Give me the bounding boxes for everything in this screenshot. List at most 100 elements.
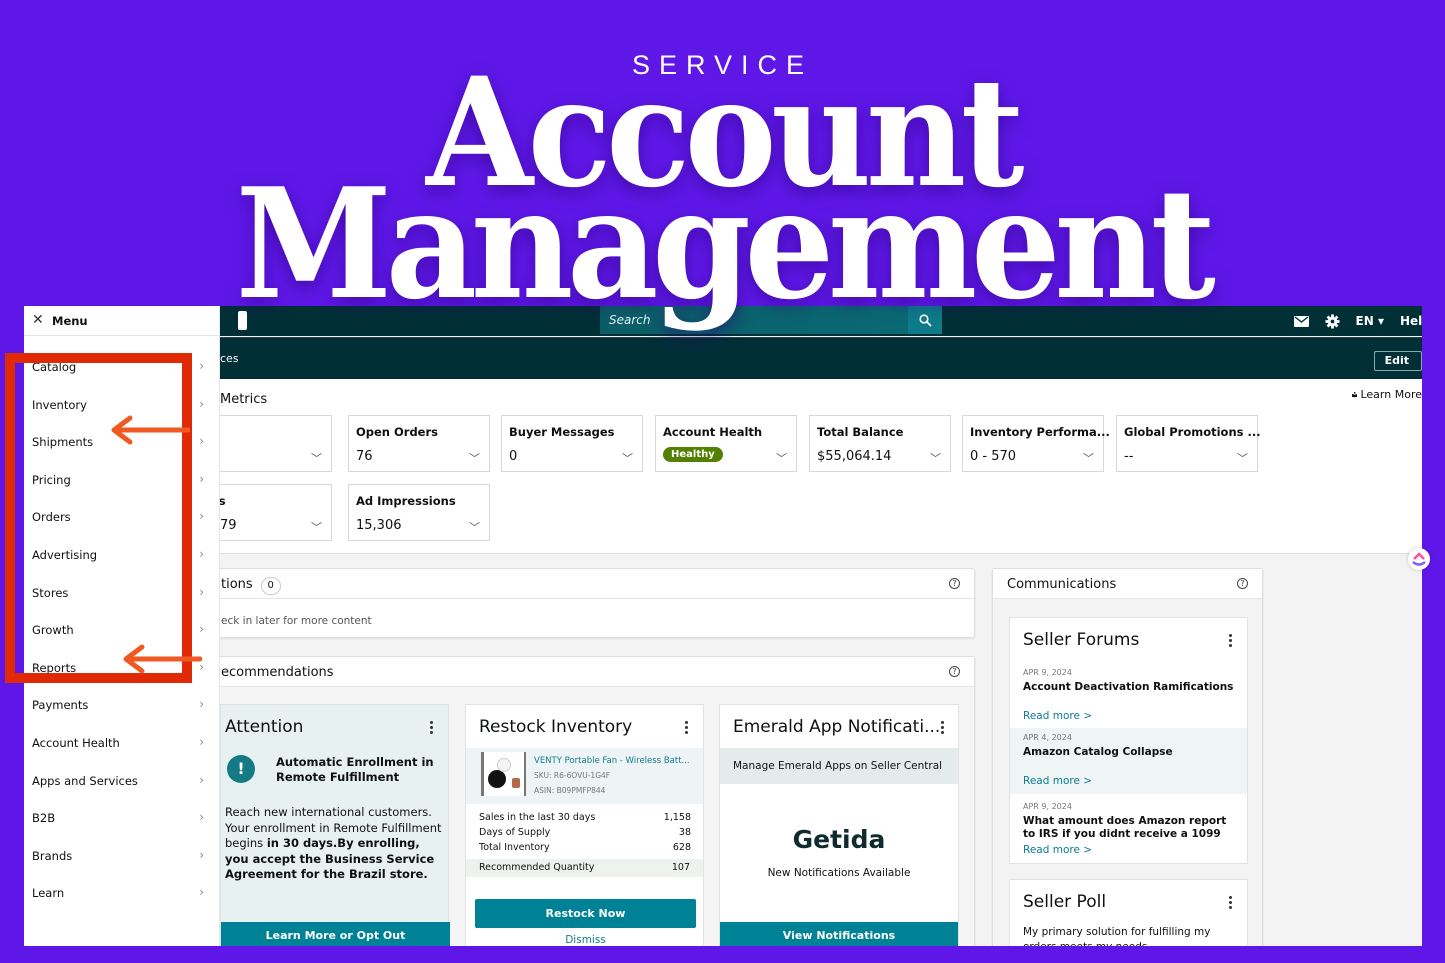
search-icon: [918, 313, 932, 327]
chevron-right-icon: ›: [199, 359, 204, 373]
sidebar-item-label: B2B: [32, 811, 56, 826]
metrics-section: Metrics Learn More res13﹀ Open Orders76﹀…: [190, 379, 1422, 554]
sidebar-item-apps-and-services[interactable]: Apps and Services ›: [24, 768, 220, 796]
learn-more-link[interactable]: Learn More: [1352, 388, 1422, 401]
stat-row: Total Inventory 628: [479, 842, 691, 853]
search-input[interactable]: Search: [600, 306, 910, 334]
attention-body: Reach new international customers. Your …: [225, 805, 442, 881]
chevron-right-icon: ›: [199, 772, 204, 787]
attention-card: Attention ! Automatic Enrollment in Remo…: [220, 704, 450, 946]
chevron-down-icon: ﹀: [1237, 452, 1248, 465]
help-icon[interactable]: ?: [949, 578, 960, 589]
breadcrumb[interactable]: ces: [220, 352, 239, 365]
chevron-right-icon: ›: [199, 885, 204, 900]
more-options-icon[interactable]: [1229, 896, 1232, 909]
floating-app-button[interactable]: [1408, 548, 1430, 570]
chevron-down-icon: ﹀: [469, 452, 480, 465]
emerald-notifications-card: Emerald App Notificati... Manage Emerald…: [719, 704, 959, 946]
sidebar-item-label: Account Health: [32, 736, 120, 750]
sidebar-item-label: Apps and Services: [32, 773, 138, 788]
sidebar-item-learn[interactable]: Learn ›: [24, 880, 220, 908]
more-options-icon[interactable]: [941, 721, 944, 734]
sidebar-item-b2b[interactable]: B2B ›: [24, 805, 220, 833]
dismiss-link[interactable]: Dismiss: [466, 934, 705, 946]
forum-post: APR 9, 2024 What amount does Amazon repo…: [1023, 802, 1227, 856]
restock-now-button[interactable]: Restock Now: [475, 899, 696, 928]
product-thumbnail: [481, 752, 526, 796]
status-badge: Healthy: [663, 447, 723, 462]
attention-title: Attention: [225, 717, 304, 737]
sidebar-item-label: Learn: [32, 886, 65, 901]
chevron-right-icon: ›: [199, 810, 204, 825]
chevron-right-icon: ›: [199, 547, 204, 561]
metric-card-account-health[interactable]: Account Health Healthy ﹀: [655, 415, 797, 472]
sidebar-item-account-health[interactable]: Account Health ›: [24, 730, 220, 758]
more-options-icon[interactable]: [685, 721, 688, 734]
view-notifications-button[interactable]: View Notifications: [720, 922, 958, 946]
read-more-link[interactable]: Read more >: [1023, 844, 1092, 856]
read-more-link[interactable]: Read more >: [1023, 775, 1092, 787]
metric-card-global-promotions[interactable]: Global Promotions ... -- ﹀: [1116, 415, 1261, 472]
help-icon[interactable]: ?: [1237, 578, 1248, 589]
product-name-link[interactable]: VENTY Portable Fan - Wireless Batt...: [534, 756, 690, 766]
attention-heading: Automatic Enrollment in Remote Fulfillme…: [276, 755, 434, 784]
chevron-down-icon: ﹀: [311, 452, 322, 465]
chevron-right-icon: ›: [199, 622, 204, 637]
seller-forums-card: Seller Forums APR 9, 2024 Account Deacti…: [1009, 617, 1248, 864]
chevron-right-icon: ›: [199, 697, 204, 712]
edit-button[interactable]: Edit: [1373, 351, 1422, 371]
help-icon[interactable]: ?: [949, 666, 960, 677]
chevron-down-icon: ﹀: [1083, 452, 1094, 465]
banner-kicker: SERVICE: [631, 50, 814, 80]
learn-more-opt-out-button[interactable]: Learn More or Opt Out: [221, 922, 450, 946]
language-selector[interactable]: EN ▾: [1356, 314, 1384, 328]
alert-icon: !: [227, 755, 255, 783]
sidebar-item-brands[interactable]: Brands ›: [24, 843, 220, 871]
recommendations-title: ecommendations: [221, 665, 334, 680]
banner-title-line-2: Management: [235, 154, 1216, 333]
metric-card-inventory-performance[interactable]: Inventory Performa... 0 - 570 ﹀: [962, 415, 1110, 472]
chevron-down-icon: ﹀: [930, 452, 941, 465]
chevron-right-icon: ›: [199, 847, 204, 862]
emerald-status: New Notifications Available: [767, 867, 911, 879]
actions-count: 0: [260, 577, 281, 595]
restock-product-row[interactable]: VENTY Portable Fan - Wireless Batt... SK…: [466, 748, 703, 804]
seller-poll-title: Seller Poll: [1023, 892, 1107, 912]
sidebar-item-label: Brands: [32, 848, 73, 863]
chevron-down-icon: ﹀: [776, 452, 787, 465]
chevron-right-icon: ›: [199, 396, 204, 411]
more-options-icon[interactable]: [1229, 634, 1232, 647]
seller-poll-card: Seller Poll My primary solution for fulf…: [1009, 879, 1248, 946]
stat-row: Days of Supply 38: [479, 827, 691, 838]
metric-card-ad-impressions[interactable]: Ad Impressions 15,306 ﹀: [348, 484, 490, 541]
chevron-right-icon: ›: [199, 471, 204, 486]
highlight-box: [5, 353, 192, 683]
forum-post: APR 4, 2024 Amazon Catalog Collapse Read…: [1010, 728, 1247, 794]
mail-icon[interactable]: [1293, 315, 1309, 327]
product-sku: SKU: R6-6OVU-1G4F: [534, 771, 611, 780]
product-asin: ASIN: B09PMFP844: [534, 786, 606, 795]
chevron-right-icon: ›: [199, 509, 204, 524]
metric-card-total-balance[interactable]: Total Balance $55,064.14 ﹀: [809, 415, 951, 472]
read-more-link[interactable]: Read more >: [1023, 710, 1092, 722]
clickup-logo-icon: [1412, 552, 1426, 566]
help-link[interactable]: Help: [1400, 314, 1422, 328]
settings-gear-icon[interactable]: [1325, 313, 1340, 329]
chevron-down-icon: ﹀: [622, 452, 633, 465]
emerald-subheader: Manage Emerald Apps on Seller Central: [720, 748, 958, 784]
metric-card-buyer-messages[interactable]: Buyer Messages 0 ﹀: [501, 415, 643, 472]
chevron-down-icon: ﹀: [311, 521, 322, 534]
sidebar-item-payments[interactable]: Payments ›: [24, 692, 220, 720]
search-button[interactable]: [908, 306, 942, 334]
recommended-quantity-row: Recommended Quantity 107: [466, 859, 703, 877]
emerald-title: Emerald App Notificati...: [733, 717, 941, 737]
restock-stats: Sales in the last 30 days 1,158 Days of S…: [479, 810, 691, 855]
chevron-right-icon: ›: [199, 735, 204, 749]
more-options-icon[interactable]: [430, 721, 433, 734]
metric-card-open-orders[interactable]: Open Orders 76 ﹀: [348, 415, 490, 472]
close-icon[interactable]: ✕: [32, 312, 44, 328]
restock-title: Restock Inventory: [479, 717, 633, 737]
seller-central-screenshot: Search EN ▾ Help ces Edit Metrics Learn …: [24, 306, 1422, 946]
logo-icon[interactable]: [238, 311, 247, 330]
restock-inventory-card: Restock Inventory VENTY Portable Fan - W…: [465, 704, 704, 946]
